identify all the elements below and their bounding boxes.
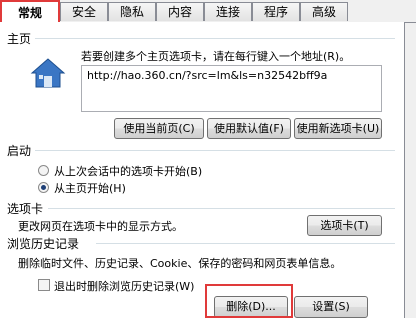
history-group-label: 浏览历史记录 <box>7 237 80 251</box>
radio-last-session-label: 从上次会话中的选项卡开始(B) <box>54 165 203 178</box>
tab-privacy[interactable]: 隐私 <box>108 2 156 21</box>
history-settings-button[interactable]: 设置(S) <box>294 296 368 318</box>
home-url-input[interactable]: http://hao.360.cn/?src=lm&ls=n32542bff9a <box>81 65 382 112</box>
delete-on-exit-checkbox[interactable] <box>38 279 50 291</box>
divider <box>96 243 395 244</box>
home-group-label: 主页 <box>7 32 32 46</box>
tab-connections[interactable]: 连接 <box>204 2 252 21</box>
tabs-group-label: 选项卡 <box>7 202 44 216</box>
delete-on-exit-label: 退出时删除浏览历史记录(W) <box>54 280 195 293</box>
home-hint: 若要创建多个主页选项卡，请在每行键入一个地址(R)。 <box>81 50 351 63</box>
tab-strip: 常规 安全 隐私 内容 连接 程序 高级 <box>0 0 416 23</box>
tabs-settings-button[interactable]: 选项卡(T) <box>307 215 382 236</box>
startup-group-label: 启动 <box>7 144 32 158</box>
use-current-button[interactable]: 使用当前页(C) <box>114 118 204 139</box>
tab-content[interactable]: 内容 <box>156 2 204 21</box>
tabs-description: 更改网页在选项卡中的显示方式。 <box>18 220 183 233</box>
general-panel: 主页 若要创建多个主页选项卡，请在每行键入一个地址(R)。 http://hao… <box>0 22 405 318</box>
tab-general[interactable]: 常规 <box>0 0 60 23</box>
divider <box>35 38 395 39</box>
radio-last-session[interactable] <box>38 165 49 176</box>
radio-home-label: 从主页开始(H) <box>54 182 126 195</box>
tab-advanced[interactable]: 高级 <box>300 2 348 21</box>
use-default-button[interactable]: 使用默认值(F) <box>207 118 291 139</box>
tab-security[interactable]: 安全 <box>60 2 108 21</box>
highlight-box <box>205 284 293 318</box>
divider <box>35 150 395 151</box>
use-new-tab-button[interactable]: 使用新选项卡(U) <box>294 118 382 139</box>
divider <box>48 208 395 209</box>
tab-programs[interactable]: 程序 <box>252 2 300 21</box>
house-icon <box>30 58 66 88</box>
history-description: 删除临时文件、历史记录、Cookie、保存的密码和网页表单信息。 <box>18 257 342 270</box>
radio-home[interactable] <box>38 182 49 193</box>
